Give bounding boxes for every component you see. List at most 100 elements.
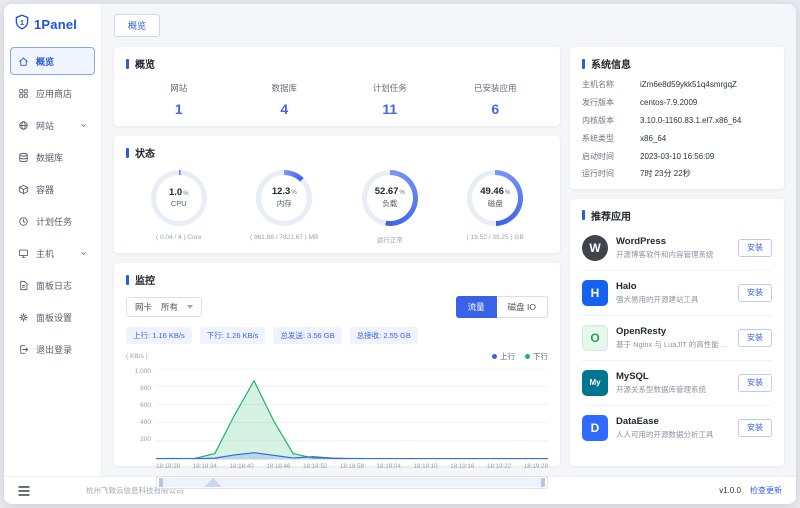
system-info-card: 系统信息 主机名称 iZm6e8d59ykk51q4smrgqZ 发行版本 ce… — [570, 47, 784, 189]
memory-gauge: 12.3% 内存 ( 961.88 / 7821.67 ) MB — [232, 170, 338, 244]
chevron-down-icon — [80, 122, 87, 129]
info-label: 启动时间 — [582, 152, 640, 162]
sidebar-item-label: 容器 — [36, 183, 54, 196]
x-tick-label: 18:19:28 — [524, 463, 548, 470]
y-tick-label: 600 — [126, 402, 151, 409]
stat-value[interactable]: 6 — [443, 101, 549, 117]
sidebar-item-panel-logs[interactable]: 面板日志 — [10, 271, 95, 299]
install-button[interactable]: 安装 — [738, 419, 772, 437]
stat-label: 已安装应用 — [443, 82, 549, 94]
monitor-chart — [156, 368, 548, 460]
tab-overview[interactable]: 概览 — [114, 14, 160, 37]
sidebar-item-label: 概览 — [36, 55, 54, 68]
info-row-uptime: 运行时间 7时 23分 22秒 — [582, 169, 772, 179]
sidebar-item-panel-settings[interactable]: 面板设置 — [10, 303, 95, 331]
monitor-mode-switch: 流量 磁盘 IO — [456, 296, 548, 318]
cpu-gauge-ring: 1.0% CPU — [151, 170, 207, 226]
gauge-label: 内存 — [277, 198, 292, 209]
sidebar-collapse-icon[interactable] — [18, 486, 30, 496]
y-tick-label: 400 — [126, 419, 151, 426]
sidebar-item-label: 面板日志 — [36, 279, 72, 292]
disk-io-tab-button[interactable]: 磁盘 IO — [497, 296, 548, 318]
zoom-handle-left[interactable] — [159, 478, 163, 487]
info-label: 内核版本 — [582, 116, 640, 126]
chevron-down-icon — [80, 250, 87, 257]
gear-icon — [18, 312, 30, 323]
cpu-gauge: 1.0% CPU ( 0.04 / 4 ) Core — [126, 170, 232, 244]
logout-icon — [18, 344, 30, 355]
info-label: 系统类型 — [582, 134, 640, 144]
brand-name: 1Panel — [34, 17, 77, 32]
install-button[interactable]: 安装 — [738, 329, 772, 347]
openresty-icon: O — [582, 325, 608, 351]
stat-websites: 网站 1 — [126, 82, 232, 117]
stat-cronjobs: 计划任务 11 — [337, 82, 443, 117]
gauge-subtext: 运行正常 — [377, 234, 403, 244]
total-sent-badge: 总发送: 3.56 GB — [273, 327, 341, 344]
home-icon — [18, 56, 30, 67]
info-row-arch: 系统类型 x86_64 — [582, 134, 772, 144]
sidebar-item-cron[interactable]: 计划任务 — [10, 207, 95, 235]
clock-icon — [18, 216, 30, 227]
sidebar-item-label: 应用商店 — [36, 87, 72, 100]
version-label: v1.0.0 — [719, 486, 741, 495]
legend-down[interactable]: 下行 — [525, 351, 548, 362]
sidebar-item-website[interactable]: 网站 — [10, 111, 95, 139]
app-row-dataease: D DataEase 人人可用的开源数据分析工具 安装 — [582, 406, 772, 450]
install-button[interactable]: 安装 — [738, 284, 772, 302]
info-value: x86_64 — [640, 134, 772, 144]
sidebar-item-label: 退出登录 — [36, 343, 72, 356]
gauge-value: 49.46 — [480, 186, 504, 197]
brand-shield-icon: 1 — [14, 14, 30, 35]
x-tick-label: 18:19:16 — [450, 463, 474, 470]
x-tick-label: 18:18:46 — [266, 463, 290, 470]
sidebar-item-logout[interactable]: 退出登录 — [10, 335, 95, 363]
stat-value[interactable]: 4 — [232, 101, 338, 117]
sidebar-item-database[interactable]: 数据库 — [10, 143, 95, 171]
sidebar-item-container[interactable]: 容器 — [10, 175, 95, 203]
stat-value[interactable]: 11 — [337, 101, 443, 117]
stat-value[interactable]: 1 — [126, 101, 232, 117]
legend-up[interactable]: 上行 — [492, 351, 515, 362]
up-rate-badge: 上行: 1.16 KB/s — [126, 327, 192, 344]
info-value: 2023-03-10 16:56:09 — [640, 152, 772, 162]
chart-y-unit-label: ( KB/s ) — [126, 353, 148, 360]
app-desc: 开源博客软件和内容管理系统 — [616, 249, 730, 260]
gauge-value: 12.3 — [272, 186, 291, 197]
x-tick-label: 18:18:52 — [303, 463, 327, 470]
container-icon — [18, 184, 30, 195]
grid-icon — [18, 88, 30, 99]
chart-zoom-slider[interactable] — [156, 476, 548, 489]
install-button[interactable]: 安装 — [738, 239, 772, 257]
zoom-handle-right[interactable] — [541, 478, 545, 487]
stat-databases: 数据库 4 — [232, 82, 338, 117]
app-name: MySQL — [616, 371, 730, 382]
x-tick-label: 18:19:04 — [377, 463, 401, 470]
app-row-mysql: My MySQL 开源关系型数据库管理系统 安装 — [582, 361, 772, 406]
app-name: WordPress — [616, 236, 730, 247]
status-card: 状态 1.0% CPU ( 0.04 / 4 ) Core — [114, 136, 560, 253]
recommended-apps-title: 推荐应用 — [582, 208, 772, 223]
check-update-link[interactable]: 检查更新 — [750, 485, 782, 496]
install-button[interactable]: 安装 — [738, 374, 772, 392]
sidebar-item-label: 网站 — [36, 119, 54, 132]
sidebar-item-label: 计划任务 — [36, 215, 72, 228]
x-tick-label: 18:19:22 — [487, 463, 511, 470]
gauge-label: 负载 — [382, 198, 397, 209]
app-desc: 开源关系型数据库管理系统 — [616, 384, 730, 395]
globe-icon — [18, 120, 30, 131]
brand-logo[interactable]: 1 1Panel — [4, 12, 101, 45]
sidebar-item-app-store[interactable]: 应用商店 — [10, 79, 95, 107]
traffic-tab-button[interactable]: 流量 — [456, 296, 497, 318]
zoom-minimap-shape — [204, 478, 222, 487]
sidebar-item-host[interactable]: 主机 — [10, 239, 95, 267]
app-desc: 基于 Nginx 与 LuaJIT 的高性能 Web 平台 — [616, 339, 730, 350]
x-tick-label: 18:18:40 — [230, 463, 254, 470]
gauge-label: CPU — [171, 199, 187, 208]
halo-icon: H — [582, 280, 608, 306]
x-tick-label: 18:18:58 — [340, 463, 364, 470]
y-tick-label: 800 — [126, 385, 151, 392]
sidebar-item-overview[interactable]: 概览 — [10, 47, 95, 75]
network-card-select[interactable]: 网卡 所有 — [126, 297, 202, 317]
x-tick-label: 18:19:10 — [413, 463, 437, 470]
